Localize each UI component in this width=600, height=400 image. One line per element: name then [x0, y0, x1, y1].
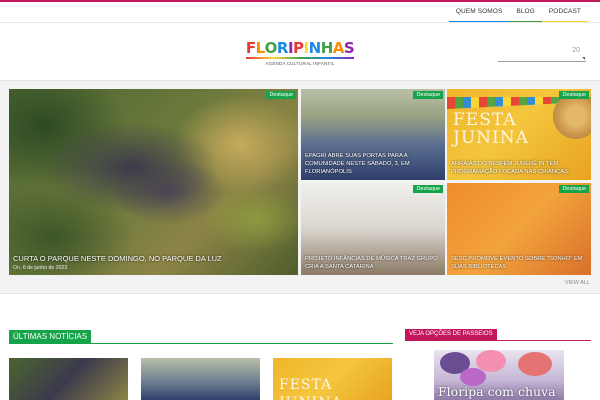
logo-wordmark: FLORIPINHAS — [244, 40, 356, 56]
nav-blog[interactable]: BLOG — [509, 2, 542, 23]
umbrella-shape — [518, 352, 552, 376]
view-all-link[interactable]: VIEW ALL — [565, 280, 590, 286]
featured-badge: Destaque — [266, 91, 296, 99]
logo-letter: P — [293, 39, 304, 57]
featured-card-title[interactable]: SESC PROMOVE EVENTO SOBRE "SONHO" EM SUA… — [451, 255, 587, 271]
tour-card-image[interactable]: Floripa com chuva — [434, 350, 564, 400]
tours-divider — [405, 340, 591, 341]
news-thumbnail-1[interactable] — [9, 358, 128, 400]
featured-card-2[interactable]: FESTA JUNINA Destaque ARRAIÁS DO BESFEM … — [447, 89, 591, 180]
featured-badge: Destaque — [413, 91, 443, 99]
nav-podcast[interactable]: PODCAST — [541, 2, 588, 23]
search-corner-icon — [582, 57, 585, 60]
header-divider — [0, 22, 600, 23]
news-thumbnail-3[interactable]: FESTA JUNINA — [273, 358, 392, 400]
logo-underline — [246, 57, 354, 59]
featured-main-card[interactable]: Destaque CURTA O PARQUE NESTE DOMINGO, N… — [9, 89, 298, 275]
search-field[interactable]: 20 — [498, 46, 586, 62]
nav-quem-somos[interactable]: QUEM SOMOS — [448, 2, 510, 23]
featured-card-title[interactable]: EPAGRI ABRE SUAS PORTAS PARA A COMUNIDAD… — [305, 152, 441, 176]
logo-letter: F — [245, 39, 256, 57]
meta-author-prefix: On — [13, 265, 20, 271]
featured-card-1[interactable]: Destaque EPAGRI ABRE SUAS PORTAS PARA A … — [301, 89, 445, 180]
logo-letter: O — [264, 39, 278, 57]
featured-card-title[interactable]: PROJETO INFÂNCIAS DE MÚSICA TRAZ GRUPO C… — [305, 255, 441, 271]
meta-date: 6 de junho de 2023 — [22, 265, 68, 271]
tour-card-title: Floripa com chuva — [438, 384, 556, 399]
featured-badge: Destaque — [559, 91, 589, 99]
latest-news-divider — [9, 343, 393, 344]
news-thumbnail-2[interactable] — [141, 358, 260, 400]
logo-tagline: AGENDA CULTURAL INFANTIL — [265, 61, 335, 66]
logo-letter: A — [332, 39, 345, 57]
logo-letter: R — [276, 39, 289, 57]
logo-letter: N — [308, 39, 322, 57]
logo-letter: L — [255, 39, 266, 57]
featured-card-3[interactable]: Destaque PROJETO INFÂNCIAS DE MÚSICA TRA… — [301, 183, 445, 275]
tours-heading[interactable]: VEJA OPÇÕES DE PASSEIOS — [405, 329, 497, 340]
festa-junina-art: FESTA JUNINA — [279, 377, 342, 400]
featured-badge: Destaque — [559, 185, 589, 193]
featured-card-title[interactable]: ARRAIÁS DO BESFEM JURERÊ IN TEM PROGRAMA… — [451, 160, 587, 176]
logo-letter: S — [343, 39, 355, 57]
featured-card-4[interactable]: Destaque SESC PROMOVE EVENTO SOBRE "SONH… — [447, 183, 591, 275]
featured-badge: Destaque — [413, 185, 443, 193]
search-input-value: 20 — [572, 47, 580, 54]
site-logo[interactable]: FLORIPINHAS AGENDA CULTURAL INFANTIL — [244, 40, 356, 68]
latest-news-heading: ÚLTIMAS NOTÍCIAS — [9, 330, 92, 343]
featured-main-meta: On. 6 de junho de 2023 — [13, 265, 68, 271]
festa-junina-art: FESTA JUNINA — [453, 110, 529, 148]
featured-main-title[interactable]: CURTA O PARQUE NESTE DOMINGO, NO PARQUE … — [13, 254, 278, 263]
top-navigation: QUEM SOMOS BLOG PODCAST — [448, 2, 588, 23]
logo-letter: H — [320, 39, 334, 57]
